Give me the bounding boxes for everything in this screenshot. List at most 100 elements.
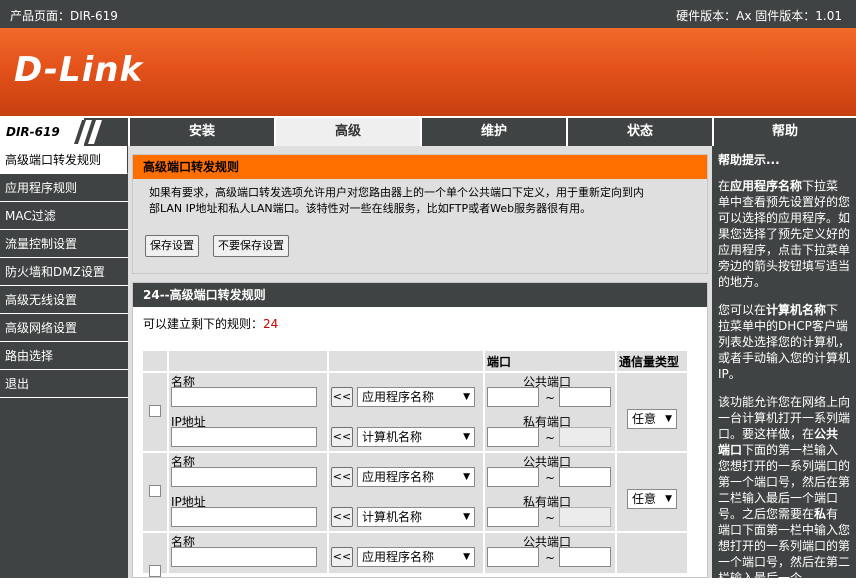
name-ip-cell: 名称 IP地址	[169, 373, 327, 451]
top-info-bar: 产品页面：DIR-619 硬件版本：Ax 固件版本：1.01	[0, 0, 856, 28]
dropdown-arrow-icon: ▼	[665, 414, 672, 424]
public-port-start-input[interactable]	[487, 467, 539, 487]
protocol-select[interactable]: 任意 ▼	[627, 489, 677, 509]
main-content: 高级端口转发规则 如果有要求，高级端口转发选项允许用户对您路由器上的一个单个公共…	[128, 146, 712, 578]
private-port-end-input	[559, 427, 611, 447]
tab-maintenance[interactable]: 维护	[420, 118, 566, 146]
remaining-count: 24	[263, 317, 279, 331]
app-select-value: 应用程序名称	[362, 390, 435, 404]
range-tilde: ~	[545, 511, 556, 525]
select-cell: << 应用程序名称 ▼ << 计算机名称 ▼	[329, 453, 483, 531]
public-port-end-input[interactable]	[559, 467, 611, 487]
protocol-cell: 任意 ▼	[617, 453, 687, 531]
dlink-logo: D-Link	[14, 50, 144, 90]
computer-name-select[interactable]: 计算机名称 ▼	[357, 507, 475, 527]
range-tilde: ~	[545, 431, 556, 445]
header-cell	[143, 351, 167, 371]
name-ip-cell: 名称	[169, 533, 327, 573]
tab-help[interactable]: 帮助	[712, 118, 856, 146]
fill-name-button[interactable]: <<	[331, 387, 353, 407]
fill-ip-button[interactable]: <<	[331, 427, 353, 447]
select-cell: << 应用程序名称 ▼	[329, 533, 483, 573]
help-paragraph-3: 该功能允许您在网络上向一台计算机打开一系列端口。要这样做，在公共端口下面的第一栏…	[718, 394, 850, 586]
dropdown-arrow-icon: ▼	[463, 512, 470, 522]
help-bold: 计算机名称	[766, 303, 827, 317]
sidebar-item-firewall-dmz[interactable]: 防火墙和DMZ设置	[0, 258, 128, 286]
computer-name-select[interactable]: 计算机名称 ▼	[357, 427, 475, 447]
help-bold: 应用程序名称	[730, 179, 803, 193]
header-cell	[329, 351, 483, 371]
rule-enable-checkbox[interactable]	[149, 405, 161, 417]
description-line-1: 如果有要求，高级端口转发选项允许用户对您路由器上的一个单个公共端口下定义，用于重…	[149, 186, 644, 199]
protocol-select[interactable]: 任意 ▼	[627, 409, 677, 429]
sidebar: 高级端口转发规则 应用程序规则 MAC过滤 流量控制设置 防火墙和DMZ设置 高…	[0, 146, 128, 578]
dropdown-arrow-icon: ▼	[463, 472, 470, 482]
help-text: 在	[718, 179, 731, 193]
application-name-select[interactable]: 应用程序名称 ▼	[357, 467, 475, 487]
pc-select-value: 计算机名称	[362, 430, 423, 444]
private-port-end-input	[559, 507, 611, 527]
tab-advanced[interactable]: 高级	[274, 118, 420, 146]
remaining-rules: 可以建立剩下的规则：24	[143, 315, 278, 332]
rule-enable-checkbox[interactable]	[149, 565, 161, 577]
save-settings-button[interactable]: 保存设置	[145, 235, 199, 257]
public-port-start-input[interactable]	[487, 387, 539, 407]
checkbox-cell	[143, 373, 167, 451]
section-description: 如果有要求，高级端口转发选项允许用户对您路由器上的一个单个公共端口下定义，用于重…	[133, 179, 707, 217]
dont-save-settings-button[interactable]: 不要保存设置	[213, 235, 289, 257]
tab-setup[interactable]: 安装	[128, 118, 274, 146]
protocol-header: 通信量类型	[619, 355, 680, 369]
sidebar-item-app-rules[interactable]: 应用程序规则	[0, 174, 128, 202]
port-forwarding-rules-panel: 24--高级端口转发规则 可以建立剩下的规则：24 端口 通信量类型 名称 IP…	[132, 282, 708, 578]
dropdown-arrow-icon: ▼	[665, 494, 672, 504]
sidebar-item-traffic-control[interactable]: 流量控制设置	[0, 230, 128, 258]
tab-status[interactable]: 状态	[566, 118, 712, 146]
dropdown-arrow-icon: ▼	[463, 552, 470, 562]
port-cell: 公共端口 ~	[485, 533, 615, 573]
name-input[interactable]	[171, 467, 317, 487]
help-text: 下拉菜单中查看预先设置好的您可以选择的应用程序。如果您选择了预先定义好的应用程序…	[718, 179, 851, 289]
public-port-end-input[interactable]	[559, 547, 611, 567]
application-name-select[interactable]: 应用程序名称 ▼	[357, 547, 475, 567]
application-name-select[interactable]: 应用程序名称 ▼	[357, 387, 475, 407]
private-port-start-input[interactable]	[487, 507, 539, 527]
protocol-value: 任意	[632, 492, 657, 506]
brand-banner: D-Link	[0, 28, 856, 116]
help-title: 帮助提示...	[718, 153, 780, 167]
range-tilde: ~	[545, 391, 556, 405]
fill-ip-button[interactable]: <<	[331, 507, 353, 527]
port-forwarding-intro-panel: 高级端口转发规则 如果有要求，高级端口转发选项允许用户对您路由器上的一个单个公共…	[132, 154, 708, 274]
fill-name-button[interactable]: <<	[331, 547, 353, 567]
port-cell: 公共端口 ~ 私有端口 ~	[485, 373, 615, 451]
header-cell	[169, 351, 327, 371]
sidebar-item-advanced-wireless[interactable]: 高级无线设置	[0, 286, 128, 314]
sidebar-item-advanced-network[interactable]: 高级网络设置	[0, 314, 128, 342]
select-cell: << 应用程序名称 ▼ << 计算机名称 ▼	[329, 373, 483, 451]
fill-name-button[interactable]: <<	[331, 467, 353, 487]
section-title: 高级端口转发规则	[133, 155, 707, 179]
sidebar-item-port-forwarding[interactable]: 高级端口转发规则	[0, 146, 128, 174]
table-row: 名称 << 应用程序名称 ▼ 公共端口 ~	[143, 533, 687, 577]
range-tilde: ~	[545, 471, 556, 485]
name-input[interactable]	[171, 387, 317, 407]
protocol-cell	[617, 533, 687, 573]
protocol-cell: 任意 ▼	[617, 373, 687, 451]
name-ip-cell: 名称 IP地址	[169, 453, 327, 531]
public-port-end-input[interactable]	[559, 387, 611, 407]
public-port-start-input[interactable]	[487, 547, 539, 567]
port-cell: 公共端口 ~ 私有端口 ~	[485, 453, 615, 531]
private-port-start-input[interactable]	[487, 427, 539, 447]
sidebar-item-mac-filter[interactable]: MAC过滤	[0, 202, 128, 230]
ip-input[interactable]	[171, 427, 317, 447]
rule-enable-checkbox[interactable]	[149, 485, 161, 497]
sidebar-item-routing[interactable]: 路由选择	[0, 342, 128, 370]
main-nav: DIR-619 安装 高级 维护 状态 帮助	[0, 118, 856, 146]
help-paragraph-1: 在应用程序名称下拉菜单中查看预先设置好的您可以选择的应用程序。如果您选择了预先定…	[718, 178, 850, 290]
ip-input[interactable]	[171, 507, 317, 527]
version-label: 硬件版本：Ax 固件版本：1.01	[676, 9, 842, 23]
name-input[interactable]	[171, 547, 317, 567]
range-tilde: ~	[545, 551, 556, 565]
checkbox-cell	[143, 533, 167, 577]
sidebar-item-logout[interactable]: 退出	[0, 370, 128, 398]
app-select-value: 应用程序名称	[362, 550, 435, 564]
